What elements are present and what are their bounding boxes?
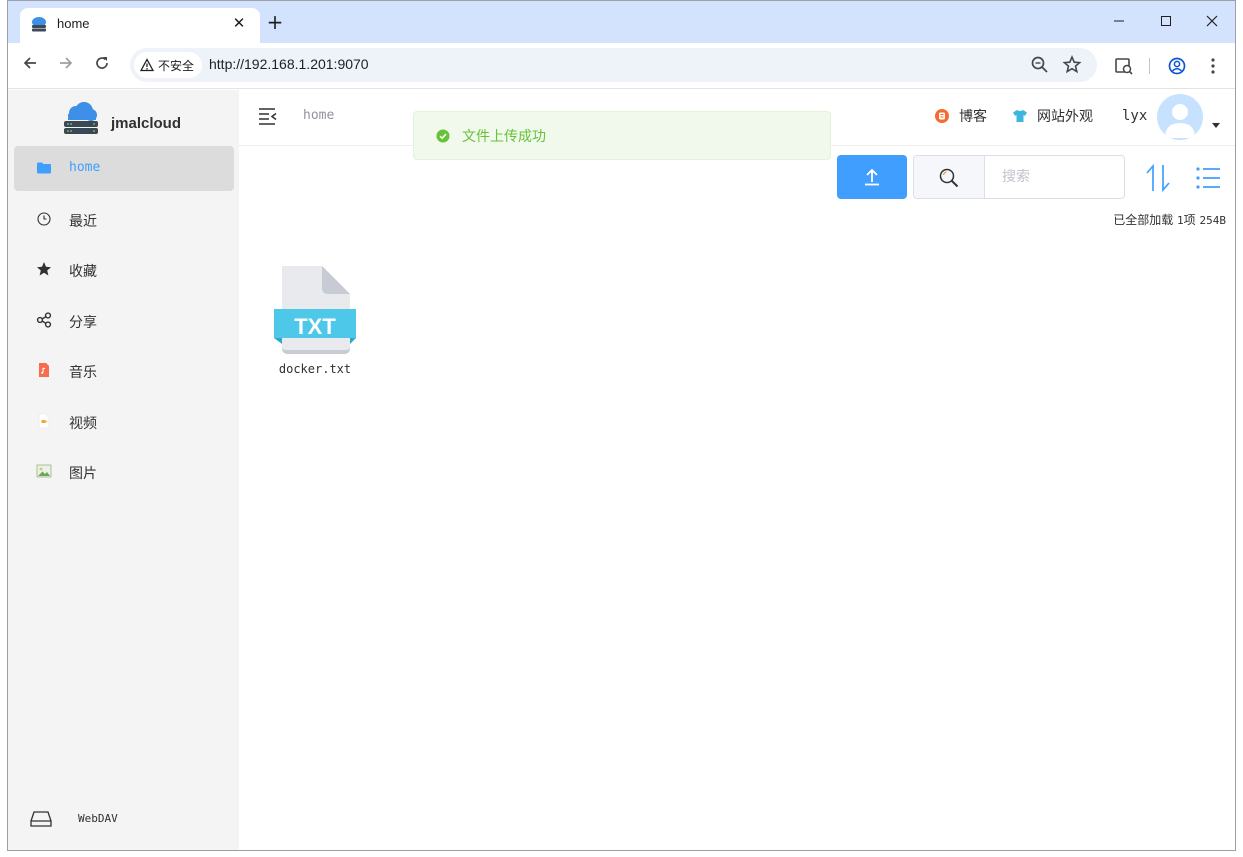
sidebar-item-home[interactable]: home <box>14 146 234 191</box>
sort-icon[interactable] <box>1143 162 1173 194</box>
txt-badge: TXT <box>294 314 336 339</box>
toast-message: 文件上传成功 <box>462 129 546 145</box>
bookmark-star-icon[interactable] <box>1060 53 1084 77</box>
sidebar-item-images[interactable]: 图片 <box>14 449 234 494</box>
jmalcloud-logo-icon <box>64 102 98 134</box>
menu-collapse-icon[interactable] <box>257 106 279 126</box>
sidebar: jmalcloud home 最近 收藏 分享 音乐 视频 图片 WebDAV <box>8 90 239 850</box>
sidebar-item-music[interactable]: 音乐 <box>14 348 234 393</box>
minimize-button[interactable] <box>1104 9 1134 37</box>
txt-file-icon: TXT <box>274 266 356 354</box>
brand[interactable]: jmalcloud <box>63 98 223 138</box>
avatar[interactable] <box>1157 94 1203 140</box>
jmalcloud-favicon-icon <box>32 17 46 32</box>
clock-icon <box>37 212 51 226</box>
blog-label: 博客 <box>959 109 987 125</box>
zoom-icon[interactable] <box>1028 53 1052 77</box>
browser-window: home ✕ + 不安全 http://192.168.1.201:9070 j… <box>0 0 1243 857</box>
search-tab-icon[interactable] <box>1110 52 1138 80</box>
tab-strip: home ✕ + <box>8 1 1235 43</box>
maximize-icon <box>1161 16 1171 26</box>
sidebar-item-label: 视频 <box>69 416 97 432</box>
profile-icon[interactable] <box>1163 52 1191 80</box>
folder-icon <box>37 162 51 174</box>
close-icon <box>1206 15 1218 27</box>
search-icon <box>939 168 959 188</box>
tab-close-icon[interactable]: ✕ <box>228 12 250 34</box>
tab-title: home <box>57 16 90 31</box>
file-item[interactable]: TXT docker.txt <box>271 264 361 379</box>
maximize-button[interactable] <box>1151 9 1181 37</box>
username[interactable]: lyx <box>1122 108 1147 124</box>
blog-link[interactable]: 博客 <box>934 106 987 126</box>
sidebar-item-label: 图片 <box>69 466 97 482</box>
browser-tab[interactable]: home ✕ <box>20 8 260 43</box>
blog-icon <box>935 109 949 123</box>
music-file-icon <box>39 363 49 377</box>
reload-icon <box>96 57 108 69</box>
sidebar-item-label: home <box>69 160 101 175</box>
upload-icon <box>865 168 879 186</box>
security-indicator[interactable]: 不安全 <box>134 52 203 78</box>
user-avatar-icon <box>1165 104 1195 138</box>
new-tab-button[interactable]: + <box>263 11 287 35</box>
brand-name: jmalcloud <box>111 115 182 132</box>
sidebar-item-video[interactable]: 视频 <box>14 399 234 444</box>
upload-button[interactable] <box>837 155 907 199</box>
sidebar-item-recent[interactable]: 最近 <box>14 197 234 242</box>
star-icon <box>37 262 51 276</box>
tshirt-icon <box>1013 110 1027 122</box>
forward-button[interactable] <box>52 52 80 80</box>
sidebar-item-label: 分享 <box>69 315 97 331</box>
address-bar[interactable]: 不安全 http://192.168.1.201:9070 <box>130 48 1097 82</box>
upload-success-toast: 文件上传成功 <box>413 111 831 160</box>
sidebar-item-share[interactable]: 分享 <box>14 298 234 343</box>
arrow-right-icon <box>60 57 73 69</box>
sidebar-item-label: 收藏 <box>69 264 97 280</box>
sidebar-item-label: 最近 <box>69 214 97 230</box>
browser-toolbar: 不安全 http://192.168.1.201:9070 <box>8 43 1235 89</box>
close-window-button[interactable] <box>1197 9 1227 37</box>
success-check-icon <box>436 129 450 143</box>
toolbar-divider <box>1149 58 1150 74</box>
back-button[interactable] <box>16 52 44 80</box>
image-file-icon <box>36 464 52 478</box>
site-appearance-link[interactable]: 网站外观 <box>1012 106 1093 126</box>
url-text[interactable]: http://192.168.1.201:9070 <box>209 56 369 72</box>
load-status: 已全部加载 1项 254B <box>1113 211 1226 228</box>
minimize-icon <box>1114 20 1124 22</box>
item-count: 1 <box>1177 214 1184 227</box>
reload-button[interactable] <box>88 52 116 80</box>
video-file-icon <box>38 413 50 429</box>
sidebar-item-favorites[interactable]: 收藏 <box>14 247 234 292</box>
more-menu-icon[interactable] <box>1199 52 1227 80</box>
total-size: 254B <box>1199 214 1227 227</box>
file-name: docker.txt <box>278 362 352 376</box>
share-icon <box>36 312 52 328</box>
search-input[interactable] <box>986 156 1124 198</box>
search-button[interactable] <box>914 156 985 198</box>
warning-icon <box>140 58 154 72</box>
webdav-label: WebDAV <box>78 812 118 825</box>
breadcrumb[interactable]: home <box>303 108 334 123</box>
item-count-unit: 项 <box>1183 213 1196 227</box>
search-group <box>913 155 1125 199</box>
drive-icon <box>30 811 52 827</box>
user-dropdown-caret-icon[interactable] <box>1212 123 1220 128</box>
security-label: 不安全 <box>158 58 195 73</box>
arrow-left-icon <box>23 57 36 69</box>
sidebar-item-label: 音乐 <box>69 365 97 381</box>
list-view-icon[interactable] <box>1194 164 1222 192</box>
site-appearance-label: 网站外观 <box>1037 109 1093 125</box>
loaded-label: 已全部加载 <box>1113 213 1174 227</box>
webdav-link[interactable]: WebDAV <box>30 807 210 833</box>
